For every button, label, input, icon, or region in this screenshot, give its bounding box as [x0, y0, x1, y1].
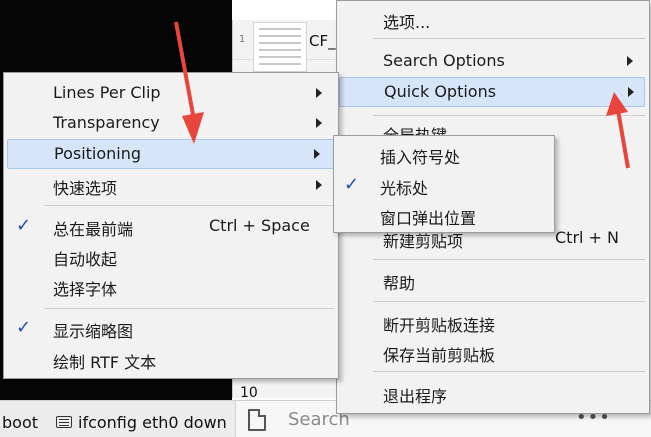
shortcut-label: Ctrl + Space [209, 216, 310, 235]
menu-item-draw-rtf[interactable]: 绘制 RTF 文本 [4, 344, 338, 374]
menu-item-search-options[interactable]: Search Options [337, 46, 649, 76]
row-number: 1 [239, 34, 246, 45]
menu-item-label: 快速选项 [53, 179, 118, 198]
menu-item-select-font[interactable]: 选择字体 [4, 271, 338, 301]
chevron-right-icon [316, 118, 322, 128]
menu-item-disconnect-clipboard[interactable]: 断开剪贴板连接 [337, 307, 649, 337]
menu-item-label: 选择字体 [53, 280, 118, 299]
menu-item-label: 保存当前剪贴板 [383, 346, 496, 365]
menu-separator [373, 301, 645, 302]
menu-item-quick-options-cn[interactable]: 快速选项 [4, 170, 338, 200]
list-item[interactable]: 1 CF_ [233, 20, 339, 72]
chevron-right-icon [627, 56, 633, 66]
menu-item-label: 绘制 RTF 文本 [53, 353, 157, 372]
menu-item-label: 断开剪贴板连接 [383, 316, 496, 335]
menu-item-exit[interactable]: 退出程序 [337, 378, 649, 408]
checkmark-icon: ✓ [16, 215, 32, 236]
menu-item-label: Quick Options [384, 82, 497, 101]
menu-item-label: 窗口弹出位置 [380, 209, 477, 228]
clip-title: CF_ [309, 32, 336, 50]
menu-separator [44, 205, 334, 206]
menu-item-label: 退出程序 [383, 387, 448, 406]
menu-item-label: 显示缩略图 [53, 322, 134, 341]
row-number: 10 [240, 385, 258, 401]
menu-item-label: 插入符号处 [380, 148, 461, 167]
chevron-right-icon [316, 180, 322, 190]
menu-item-label: Positioning [54, 144, 142, 163]
menu-separator [373, 259, 645, 260]
menu-item-save-clipboard[interactable]: 保存当前剪贴板 [337, 337, 649, 367]
positioning-menu: 插入符号处 ✓ 光标处 窗口弹出位置 [333, 135, 555, 233]
clip-thumbnail [253, 22, 307, 72]
taskbar-item-boot[interactable]: boot [2, 413, 38, 432]
annotation-arrow-up [606, 92, 630, 169]
menu-item-label: 帮助 [383, 274, 416, 293]
menu-item-label: Transparency [53, 113, 160, 132]
shortcut-label: Ctrl + N [555, 228, 620, 247]
menu-item-label: 光标处 [380, 179, 429, 198]
menu-item-label: 选项... [383, 13, 431, 32]
menu-separator [44, 308, 334, 309]
menu-item-label: Lines Per Clip [53, 83, 161, 102]
menu-item-show-thumbnails[interactable]: ✓ 显示缩略图 [4, 313, 338, 343]
menu-item-at-cursor[interactable]: ✓ 光标处 [334, 170, 554, 200]
checkmark-icon: ✓ [16, 317, 32, 338]
menu-item-help[interactable]: 帮助 [337, 265, 649, 295]
annotation-arrow-down [174, 21, 204, 144]
menu-separator [373, 38, 645, 39]
document-icon [248, 409, 266, 431]
menu-item-options[interactable]: 选项... [337, 4, 649, 34]
chevron-right-icon [316, 88, 322, 98]
keyboard-icon [56, 416, 72, 428]
menu-item-label: 自动收起 [53, 250, 118, 269]
taskbar-item-ifconfig[interactable]: ifconfig eth0 down [78, 413, 227, 432]
menu-item-at-caret[interactable]: 插入符号处 [334, 139, 554, 169]
menu-separator [373, 371, 645, 372]
chevron-right-icon [314, 149, 320, 159]
menu-item-auto-collapse[interactable]: 自动收起 [4, 241, 338, 271]
menu-item-label: 总在最前端 [53, 220, 134, 239]
checkmark-icon: ✓ [344, 174, 360, 195]
menu-item-label: Search Options [383, 51, 505, 70]
menu-item-always-on-top[interactable]: ✓ 总在最前端 Ctrl + Space [4, 211, 338, 241]
menu-item-popup-position[interactable]: 窗口弹出位置 [334, 200, 554, 230]
